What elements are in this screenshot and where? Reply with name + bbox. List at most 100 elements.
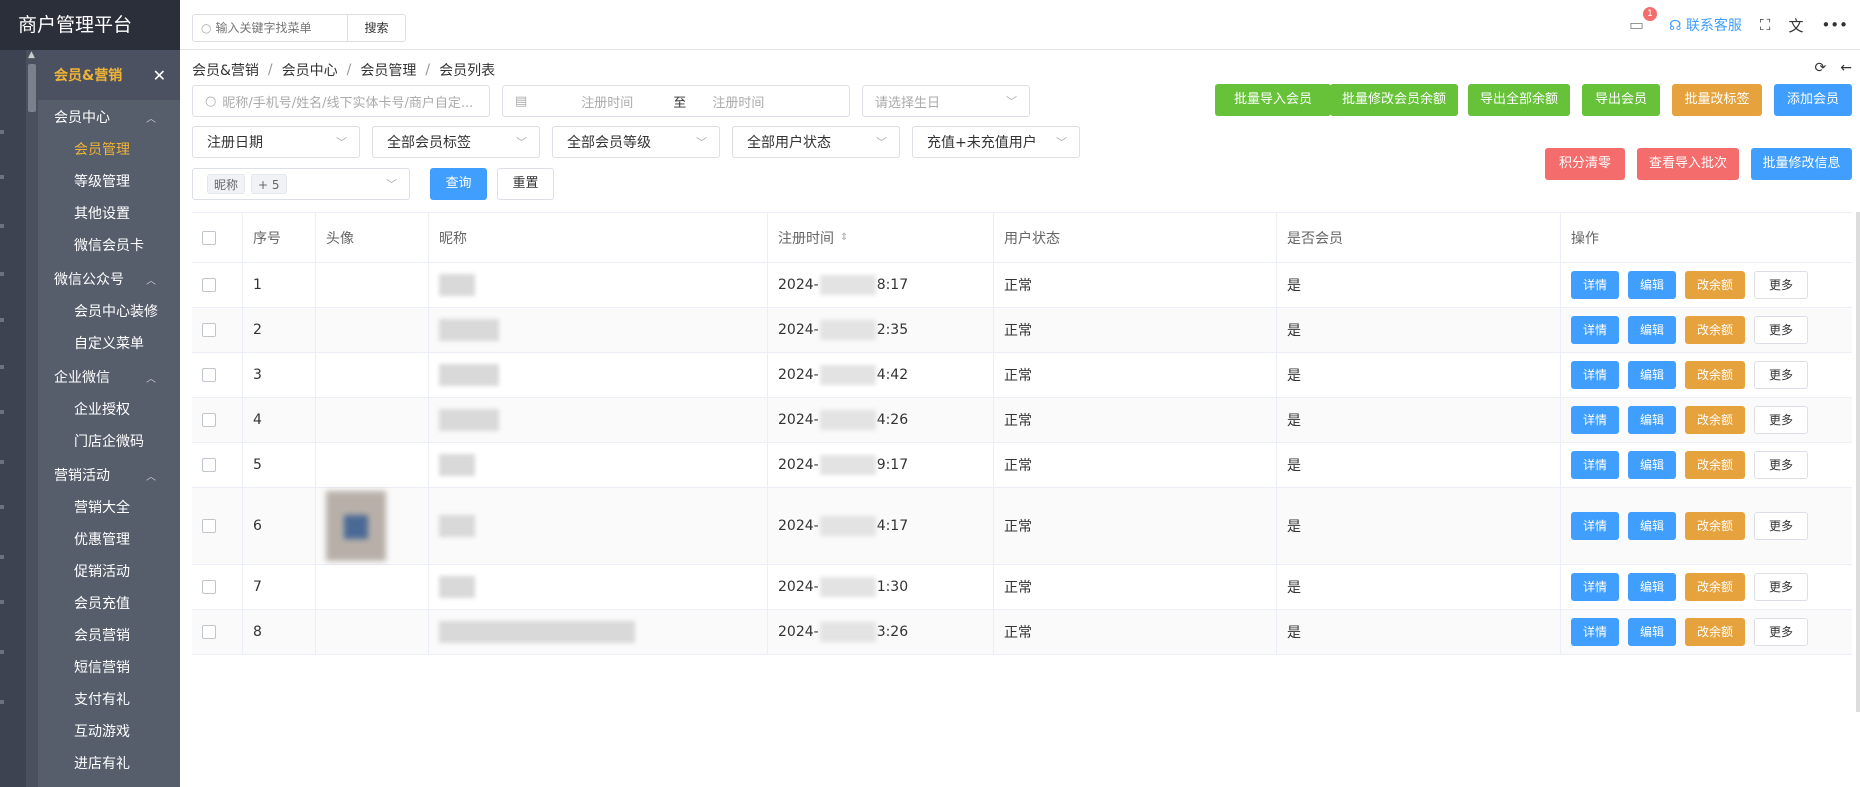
detail-button[interactable]: 详情 [1571,573,1620,601]
detail-button[interactable]: 详情 [1571,361,1620,389]
sidebar-item-other-settings[interactable]: 其他设置 [38,198,180,230]
detail-button[interactable]: 详情 [1571,512,1620,540]
sidebar-item-marketing-all[interactable]: 营销大全 [38,492,180,524]
batch-balance-button[interactable]: 批量修改会员余额 [1330,84,1458,116]
row-checkbox[interactable] [202,519,216,533]
reg-date-select[interactable]: 注册日期 ﹀ [192,126,360,158]
sidebar-item-member-center-decor[interactable]: 会员中心装修 [38,296,180,328]
contact-service-link[interactable]: ☊ 联系客服 [1669,15,1742,35]
sidebar-item-promotions[interactable]: 促销活动 [38,556,180,588]
sidebar-group-member-center[interactable]: 会员中心 ︿ [38,100,180,134]
sidebar-group-enterprise-wechat[interactable]: 企业微信 ︿ [38,360,180,394]
more-button[interactable]: 更多 [1754,406,1809,434]
reset-button[interactable]: 重置 [497,168,554,200]
menu-search-button[interactable]: 搜索 [348,14,406,42]
more-button[interactable]: 更多 [1754,618,1809,646]
detail-button[interactable]: 详情 [1571,451,1620,479]
breadcrumb-item[interactable]: 会员中心 [282,60,338,80]
breadcrumb-item[interactable]: 会员管理 [360,60,416,80]
more-button[interactable]: 更多 [1754,316,1809,344]
sidebar-item-games[interactable]: 互动游戏 [38,716,180,748]
sidebar-item-enterprise-auth[interactable]: 企业授权 [38,394,180,426]
edit-balance-button[interactable]: 改余额 [1685,316,1746,344]
page-scrollbar[interactable] [1856,212,1860,712]
sidebar-item-sms-marketing[interactable]: 短信营销 [38,652,180,684]
sidebar-item-pay-gift[interactable]: 支付有礼 [38,684,180,716]
edit-balance-button[interactable]: 改余额 [1685,618,1746,646]
more-button[interactable]: 更多 [1754,512,1809,540]
sidebar-item-coupons[interactable]: 优惠管理 [38,524,180,556]
sort-icon[interactable]: ⇕ [840,232,848,243]
keyword-search-field[interactable]: ○ 昵称/手机号/姓名/线下实体卡号/商户自定... [192,85,490,117]
more-button[interactable]: 更多 [1754,361,1809,389]
edit-balance-button[interactable]: 改余额 [1685,406,1746,434]
scroll-thumb[interactable] [28,64,36,112]
scroll-up-icon[interactable]: ▲ [28,50,35,60]
detail-button[interactable]: 详情 [1571,406,1620,434]
breadcrumb-item[interactable]: 会员&营销 [192,60,259,80]
add-member-button[interactable]: 添加会员 [1774,84,1852,116]
sidebar-item-store-gift[interactable]: 进店有礼 [38,748,180,780]
edit-balance-button[interactable]: 改余额 [1685,512,1746,540]
edit-button[interactable]: 编辑 [1628,573,1677,601]
edit-balance-button[interactable]: 改余额 [1685,361,1746,389]
translate-icon[interactable]: 文 [1788,15,1803,36]
back-arrow-icon[interactable]: ← [1840,60,1852,76]
sidebar-item-member-management[interactable]: 会员管理 [38,134,180,166]
edit-balance-button[interactable]: 改余额 [1685,271,1746,299]
row-checkbox[interactable] [202,323,216,337]
row-checkbox[interactable] [202,278,216,292]
detail-button[interactable]: 详情 [1571,316,1620,344]
detail-button[interactable]: 详情 [1571,271,1620,299]
row-checkbox[interactable] [202,625,216,639]
sidebar-item-member-marketing[interactable]: 会员营销 [38,620,180,652]
more-button[interactable]: 更多 [1754,451,1809,479]
recharge-select[interactable]: 充值+未充值用户 ﹀ [912,126,1080,158]
edit-button[interactable]: 编辑 [1628,271,1677,299]
display-fields-select[interactable]: 昵称 + 5 ﹀ [192,168,410,200]
edit-balance-button[interactable]: 改余额 [1685,451,1746,479]
message-icon[interactable]: ▭ 1 [1629,7,1658,35]
more-dots-icon[interactable]: ••• [1821,16,1848,34]
birthday-select[interactable]: 请选择生日 ﹀ [862,85,1030,117]
sidebar-item-member-recharge[interactable]: 会员充值 [38,588,180,620]
sidebar-group-marketing[interactable]: 营销活动 ︿ [38,458,180,492]
export-all-balance-button[interactable]: 导出全部余额 [1468,84,1570,116]
edit-button[interactable]: 编辑 [1628,512,1677,540]
export-members-button[interactable]: 导出会员 [1582,84,1660,116]
sidebar-group-wechat-official[interactable]: 微信公众号 ︿ [38,262,180,296]
user-status-select[interactable]: 全部用户状态 ﹀ [732,126,900,158]
member-level-select[interactable]: 全部会员等级 ﹀ [552,126,720,158]
edit-balance-button[interactable]: 改余额 [1685,573,1746,601]
edit-button[interactable]: 编辑 [1628,451,1677,479]
menu-search-input[interactable] [215,21,336,35]
more-button[interactable]: 更多 [1754,573,1809,601]
row-checkbox[interactable] [202,368,216,382]
menu-search-box[interactable]: ○ [192,14,348,42]
import-members-button[interactable]: 批量导入会员 [1215,84,1331,116]
select-all-checkbox[interactable] [202,230,216,245]
clear-points-button[interactable]: 积分清零 [1545,148,1625,180]
row-checkbox[interactable] [202,580,216,594]
edit-button[interactable]: 编辑 [1628,316,1677,344]
edit-button[interactable]: 编辑 [1628,406,1677,434]
edit-button[interactable]: 编辑 [1628,361,1677,389]
register-date-range[interactable]: ▤ 注册时间 至 注册时间 [502,85,850,117]
batch-edit-info-button[interactable]: 批量修改信息 [1751,148,1852,180]
fullscreen-icon[interactable]: ⛶ [1760,16,1771,34]
sidebar-item-level-management[interactable]: 等级管理 [38,166,180,198]
detail-button[interactable]: 详情 [1571,618,1620,646]
view-import-batch-button[interactable]: 查看导入批次 [1637,148,1739,180]
col-header-regtime[interactable]: 注册时间 ⇕ [768,213,994,262]
refresh-icon[interactable]: ⟳ [1815,60,1827,76]
sidebar-item-wechat-card[interactable]: 微信会员卡 [38,230,180,262]
edit-button[interactable]: 编辑 [1628,618,1677,646]
sidebar-item-custom-menu[interactable]: 自定义菜单 [38,328,180,360]
sidebar-item-store-qrcode[interactable]: 门店企微码 [38,426,180,458]
batch-tag-button[interactable]: 批量改标签 [1672,84,1762,116]
sidebar-scrollbar[interactable]: ▲ [26,50,38,787]
row-checkbox[interactable] [202,458,216,472]
row-checkbox[interactable] [202,413,216,427]
more-button[interactable]: 更多 [1754,271,1809,299]
member-tag-select[interactable]: 全部会员标签 ﹀ [372,126,540,158]
